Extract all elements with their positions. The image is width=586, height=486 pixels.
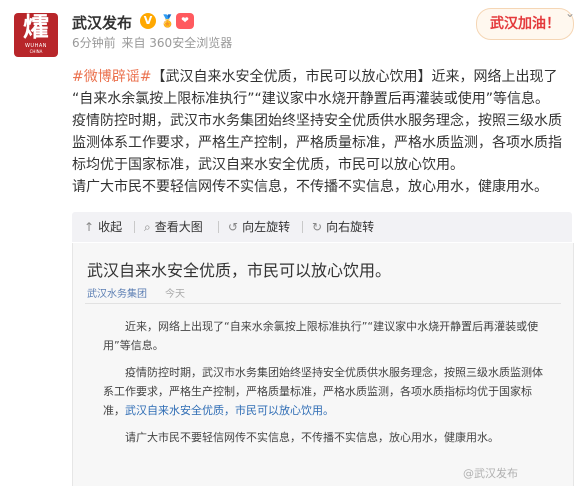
collapse-button[interactable]: ↑ 收起	[84, 212, 122, 242]
rotate-right-icon: ↻	[312, 220, 323, 234]
image-toolbar: ↑ 收起 ⌕ 查看大图 ↺ 向左旋转 ↻ 向右旋转	[72, 212, 572, 242]
image-date: 今天	[165, 289, 185, 300]
toolbar-divider	[302, 221, 303, 233]
rotate-left-button[interactable]: ↺ 向左旋转	[228, 212, 290, 242]
medal-icon[interactable]: 🏅	[160, 14, 175, 28]
image-para-2: 疫情防控时期，武汉市水务集团始终坚持安全优质供水服务理念，按照三级水质监测体系工…	[103, 366, 543, 417]
avatar-glyph: 㸌	[22, 13, 49, 43]
chevron-down-icon[interactable]: ⌄	[565, 6, 575, 20]
account-name[interactable]: 武汉发布	[72, 12, 132, 33]
post-line-1: #微博辟谣#【武汉自来水安全优质，市民可以放心饮用】近来，网络上出现了	[72, 69, 558, 85]
view-large-button[interactable]: ⌕ 查看大图	[144, 212, 203, 242]
toolbar-divider	[218, 221, 219, 233]
post-line-6: 请广大市民不要轻信网传不实信息，不传播不实信息，放心用水，健康用水。	[72, 179, 548, 195]
post-image[interactable]: 武汉自来水安全优质，市民可以放心饮用。 武汉水务集团 今天 近来，网络上出现了“…	[72, 243, 574, 486]
avatar-line2: CHINA	[29, 49, 43, 54]
post-meta: 6分钟前 来自 360安全浏览器	[72, 34, 234, 51]
image-body: 近来，网络上出现了“自来水余氯按上限标准执行”“建议家中水烧开静置后再灌装或使用…	[103, 317, 543, 455]
image-watermark: @武汉发布	[463, 467, 518, 480]
hashtag-link[interactable]: #微博辟谣#	[72, 69, 151, 85]
image-para-1: 近来，网络上出现了“自来水余氯按上限标准执行”“建议家中水烧开静置后再灌装或使用…	[103, 320, 539, 352]
verified-icon[interactable]: V	[140, 13, 156, 29]
rotate-left-icon: ↺	[228, 220, 239, 234]
image-para-3: 请广大市民不要轻信网传不实信息，不传播不实信息，放心用水，健康用水。	[125, 431, 499, 444]
rotate-right-button[interactable]: ↻ 向右旋转	[312, 212, 374, 242]
image-title: 武汉自来水安全优质，市民可以放心饮用。	[87, 261, 392, 280]
toolbar-divider	[134, 221, 135, 233]
post-text: #微博辟谣#【武汉自来水安全优质，市民可以放心饮用】近来，网络上出现了 “自来水…	[72, 66, 572, 198]
collapse-icon: ↑	[84, 220, 95, 234]
wuhan-jiayou-card[interactable]: 武汉加油！	[476, 8, 574, 40]
image-divider	[85, 303, 561, 304]
account-avatar[interactable]: 㸌 WUHAN CHINA	[14, 13, 58, 57]
post-line-3: 疫情防控时期，武汉市水务集团始终坚持安全优质供水服务理念，按照三级水质	[72, 113, 562, 129]
post-line-4: 监测体系工作要求，严格生产控制，严格质量标准，严格水质监测，各项水质指	[72, 135, 562, 151]
heart-badge-icon[interactable]: ❤	[176, 13, 194, 29]
post-line-2: “自来水余氯按上限标准执行”“建议家中水烧开静置后再灌装或使用”等信息。	[72, 91, 550, 107]
post-line-5: 标均优于国家标准，武汉自来水安全优质，市民可以放心饮用。	[72, 157, 464, 173]
magnify-icon: ⌕	[144, 220, 151, 234]
image-link: 武汉自来水安全优质，市民可以放心饮用。	[125, 404, 334, 417]
post-time[interactable]: 6分钟前	[72, 36, 116, 50]
image-source: 武汉水务集团	[87, 289, 147, 300]
post-source[interactable]: 来自 360安全浏览器	[121, 36, 232, 50]
